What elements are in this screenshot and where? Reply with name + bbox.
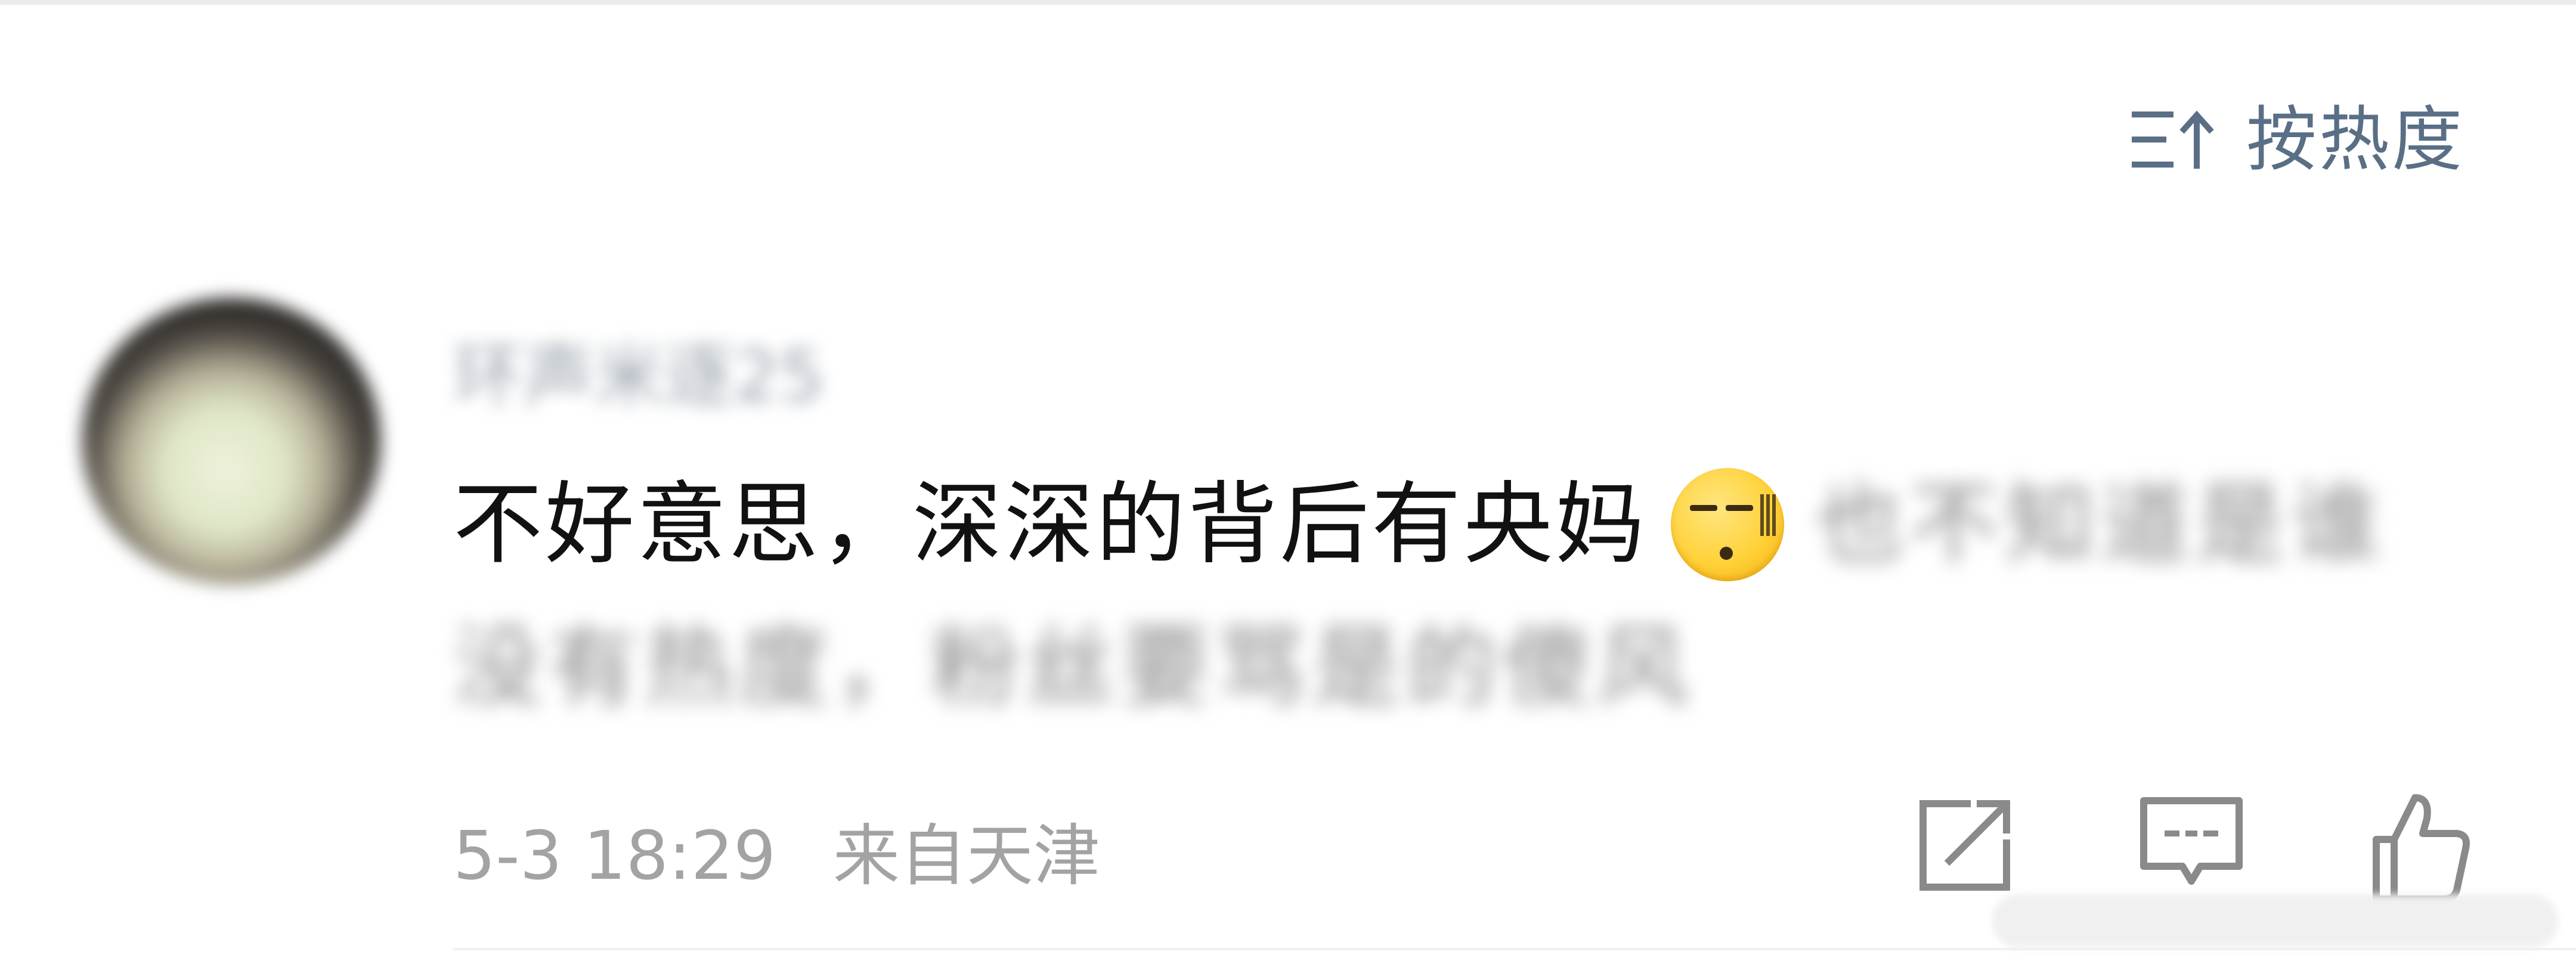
timestamp: 5-3 18:29 (453, 817, 776, 895)
like-icon (2373, 794, 2470, 903)
share-button[interactable] (1905, 786, 2024, 905)
awkward-sweat-emoji (1671, 468, 1785, 581)
comment-text: 不好意思，深深的背后有央妈 (453, 473, 1648, 577)
share-icon (1919, 800, 2010, 891)
location: 来自天津 (832, 817, 1100, 895)
bottom-divider (453, 948, 2576, 950)
reply-button[interactable] (2132, 786, 2251, 905)
sort-by-heat-button[interactable]: 按热度 (2132, 104, 2464, 175)
like-button[interactable] (2358, 786, 2478, 905)
blurred-text: 没有热度，粉丝要骂是的傻风 (453, 616, 1694, 720)
blurred-text: 也不知道是谁 (1814, 473, 2387, 577)
avatar[interactable] (82, 298, 380, 584)
top-divider (0, 0, 2576, 5)
reply-icon (2140, 797, 2243, 885)
comment-body: 不好意思，深深的背后有央妈 也不知道是谁 没有热度，粉丝要骂是的傻风 (453, 453, 2481, 739)
username[interactable]: 环声米逐25 (453, 319, 824, 421)
sort-icon (2132, 110, 2214, 169)
sort-label: 按热度 (2246, 98, 2465, 181)
bottom-overlay (1992, 894, 2558, 948)
comment-meta: 5-3 18:29 来自天津 (453, 802, 1100, 898)
